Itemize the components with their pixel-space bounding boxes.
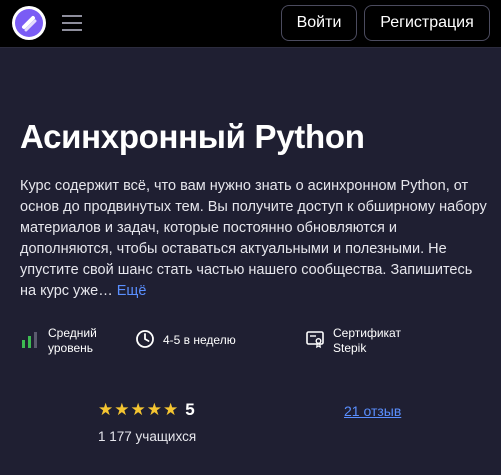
top-navigation-bar: Войти Регистрация (0, 0, 501, 48)
stepik-logo-icon[interactable] (12, 6, 46, 40)
workload-label: 4-5 в неделю (163, 333, 236, 347)
register-button[interactable]: Регистрация (364, 5, 490, 41)
certificate-icon (305, 329, 325, 349)
learners-count: 1 177 учащихся (98, 429, 197, 444)
clock-icon (135, 329, 155, 349)
logo-mark (15, 9, 43, 37)
feature-certificate: Сертификат Stepik (305, 326, 401, 356)
certificate-label-line2: Stepik (333, 341, 367, 355)
login-button[interactable]: Войти (281, 5, 357, 41)
feature-workload: 4-5 в неделю (135, 326, 236, 349)
rating-row: ★★★★★ 5 (98, 400, 195, 420)
reviews-link[interactable]: 21 отзыв (344, 403, 401, 419)
level-label-line1: Средний (48, 326, 97, 340)
show-more-link[interactable]: Ещё (117, 283, 147, 299)
rating-value: 5 (185, 400, 195, 419)
certificate-label-line1: Сертификат (333, 326, 401, 340)
rating-stars-icon: ★★★★★ (98, 400, 180, 420)
hamburger-menu-icon[interactable] (62, 14, 82, 32)
feature-level: Средний уровень (20, 326, 97, 356)
course-description-text: Курс содержит всё, что вам нужно знать о… (20, 178, 487, 299)
level-label-line2: уровень (48, 341, 94, 355)
level-bars-icon (20, 329, 40, 349)
course-description: Курс содержит всё, что вам нужно знать о… (20, 176, 490, 302)
course-title: Асинхронный Python (20, 118, 365, 155)
